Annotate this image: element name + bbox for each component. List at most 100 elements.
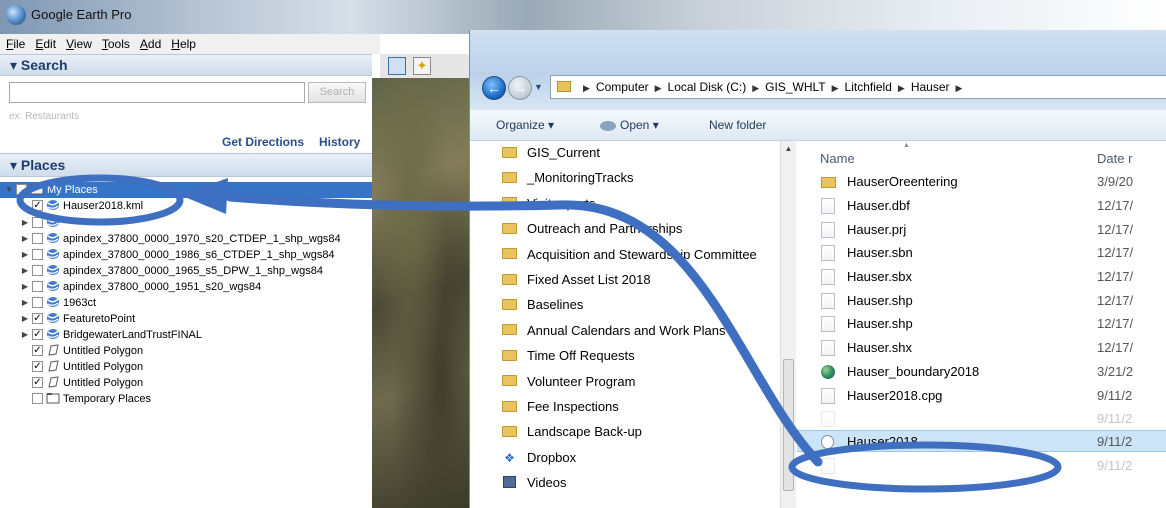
chevron-right-icon[interactable]: ▶ <box>752 83 759 93</box>
file-row[interactable]: Hauser.shp 12/17/ <box>797 313 1166 335</box>
visibility-checkbox[interactable] <box>16 183 27 195</box>
file-row[interactable]: Hauser.shx 12/17/ <box>797 337 1166 359</box>
column-header-name[interactable]: Name <box>820 151 855 166</box>
expand-arrow-icon[interactable]: ▶ <box>20 215 30 231</box>
file-row[interactable]: Hauser.shp 12/17/ <box>797 290 1166 312</box>
file-row[interactable]: Hauser.sbn 12/17/ <box>797 242 1166 264</box>
file-row[interactable]: Hauser2018 9/11/2 <box>797 430 1166 452</box>
search-input[interactable] <box>9 82 305 103</box>
address-bar[interactable]: ▶ Computer ▶ Local Disk (C:) ▶ GIS_WHLT ▶ Litch… <box>550 75 1166 99</box>
search-button[interactable]: Search <box>308 82 366 103</box>
places-tree-item[interactable]: ▶ apindex_37800_0000_1965_s5_DPW_1_shp_wg… <box>20 263 323 279</box>
visibility-checkbox[interactable]: ✓ <box>32 376 43 388</box>
visibility-checkbox[interactable] <box>32 216 43 228</box>
file-row[interactable]: Hauser.prj 12/17/ <box>797 219 1166 241</box>
nav-pane-item[interactable]: Time Off Requests <box>502 345 635 367</box>
navigation-pane-scrollbar[interactable]: ▲ <box>780 141 796 508</box>
file-row[interactable]: Hauser_boundary2018 3/21/2 <box>797 361 1166 383</box>
places-tree-item[interactable]: ▶ <box>20 215 63 231</box>
places-tree-item[interactable]: ▶ apindex_37800_0000_1970_s20_CTDEP_1_shp… <box>20 231 341 247</box>
places-tree-item[interactable]: ▶ ✓ FeaturetoPoint <box>20 311 135 327</box>
column-header-date[interactable]: Date r <box>1097 151 1132 166</box>
nav-pane-item[interactable]: ❖ Dropbox <box>502 447 576 469</box>
new-folder-button[interactable]: New folder <box>709 118 766 132</box>
open-button[interactable]: Open ▾ <box>600 118 659 132</box>
breadcrumb-item[interactable]: Hauser <box>911 80 950 94</box>
menu-item[interactable]: File <box>0 34 29 51</box>
file-row[interactable]: Hauser.dbf 12/17/ <box>797 195 1166 217</box>
expand-arrow-icon[interactable]: ▶ <box>20 247 30 263</box>
places-tree-item[interactable]: ▶ apindex_37800_0000_1986_s6_CTDEP_1_shp_… <box>20 247 335 263</box>
places-tree-item[interactable]: ▼ My Places <box>0 182 372 198</box>
places-tree-item[interactable]: ▶ apindex_37800_0000_1951_s20_wgs84 <box>20 279 261 295</box>
nav-pane-item[interactable]: Fee Inspections <box>502 396 619 418</box>
expand-arrow-icon[interactable]: ▶ <box>20 311 30 327</box>
expand-arrow-icon[interactable]: ▶ <box>20 327 30 343</box>
visibility-checkbox[interactable]: ✓ <box>32 328 43 340</box>
nav-pane-item[interactable]: Visit reports <box>502 193 595 215</box>
toggle-sidebar-button[interactable] <box>388 57 406 75</box>
forward-button[interactable]: → <box>508 76 532 100</box>
get-directions-link[interactable]: Get Directions <box>222 135 304 149</box>
visibility-checkbox[interactable] <box>32 296 43 308</box>
expand-arrow-icon[interactable]: ▶ <box>20 295 30 311</box>
places-tree-item[interactable]: ✓ Untitled Polygon <box>20 359 143 375</box>
nav-pane-item[interactable]: Fixed Asset List 2018 <box>502 269 651 291</box>
organize-button[interactable]: Organize ▾ <box>496 118 554 132</box>
places-tree-item[interactable]: Temporary Places <box>20 391 151 407</box>
recent-locations-dropdown[interactable]: ▼ <box>534 82 543 92</box>
nav-pane-item[interactable]: GIS_Current <box>502 142 600 164</box>
add-placemark-button[interactable]: ✦ <box>413 57 431 75</box>
file-row[interactable]: 9/11/2 <box>797 408 1166 430</box>
nav-pane-item[interactable]: Videos <box>502 472 567 494</box>
map-view[interactable] <box>372 78 470 508</box>
nav-pane-item[interactable]: Annual Calendars and Work Plans <box>502 320 726 342</box>
breadcrumb-item[interactable]: GIS_WHLT <box>765 80 825 94</box>
visibility-checkbox[interactable] <box>32 248 43 260</box>
nav-pane-item[interactable]: Volunteer Program <box>502 371 635 393</box>
file-row[interactable]: Hauser.sbx 12/17/ <box>797 266 1166 288</box>
visibility-checkbox[interactable] <box>32 264 43 276</box>
file-row[interactable]: Hauser2018.cpg 9/11/2 <box>797 385 1166 407</box>
places-tree-item[interactable]: ▶ ✓ Hauser2018.kml <box>20 198 143 214</box>
expand-arrow-icon[interactable]: ▶ <box>20 231 30 247</box>
search-panel-header[interactable]: ▾ Search <box>0 54 372 76</box>
visibility-checkbox[interactable] <box>32 392 43 404</box>
expand-arrow-icon[interactable]: ▼ <box>4 182 14 198</box>
breadcrumb-item[interactable]: Computer <box>596 80 649 94</box>
back-button[interactable]: ← <box>482 76 506 100</box>
visibility-checkbox[interactable] <box>32 232 43 244</box>
menu-item[interactable]: Add <box>134 34 165 51</box>
menu-item[interactable]: View <box>60 34 96 51</box>
scrollbar-thumb[interactable] <box>783 359 794 491</box>
nav-pane-item[interactable]: _MonitoringTracks <box>502 167 633 189</box>
breadcrumb-item[interactable]: Local Disk (C:) <box>668 80 747 94</box>
menu-item[interactable]: Help <box>165 34 200 51</box>
visibility-checkbox[interactable]: ✓ <box>32 312 43 324</box>
menu-item[interactable]: Tools <box>96 34 134 51</box>
places-tree-item[interactable]: ▶ 1963ct <box>20 295 96 311</box>
history-link[interactable]: History <box>319 135 360 149</box>
chevron-right-icon[interactable]: ▶ <box>898 83 905 93</box>
nav-pane-item[interactable]: Baselines <box>502 294 583 316</box>
expand-arrow-icon[interactable]: ▶ <box>20 263 30 279</box>
chevron-right-icon[interactable]: ▶ <box>832 83 839 93</box>
visibility-checkbox[interactable]: ✓ <box>32 344 43 356</box>
nav-pane-item[interactable]: Outreach and Partnerships <box>502 218 682 240</box>
file-row[interactable]: HauserOreentering 3/9/20 <box>797 171 1166 193</box>
places-panel-header[interactable]: ▾ Places <box>0 153 372 177</box>
places-tree-item[interactable]: ✓ Untitled Polygon <box>20 343 143 359</box>
chevron-right-icon[interactable]: ▶ <box>956 83 963 93</box>
expand-arrow-icon[interactable]: ▶ <box>20 198 30 214</box>
visibility-checkbox[interactable] <box>32 280 43 292</box>
nav-pane-item[interactable]: Acquisition and Stewardship Committee <box>502 244 757 266</box>
menu-item[interactable]: Edit <box>29 34 60 51</box>
places-tree-item[interactable]: ✓ Untitled Polygon <box>20 375 143 391</box>
chevron-right-icon[interactable]: ▶ <box>655 83 662 93</box>
places-tree-item[interactable]: ▶ ✓ BridgewaterLandTrustFINAL <box>20 327 202 343</box>
nav-pane-item[interactable]: Landscape Back-up <box>502 421 642 443</box>
visibility-checkbox[interactable]: ✓ <box>32 199 43 211</box>
expand-arrow-icon[interactable]: ▶ <box>20 279 30 295</box>
file-row[interactable]: 9/11/2 <box>797 455 1166 477</box>
scroll-up-arrow-icon[interactable]: ▲ <box>781 141 796 157</box>
